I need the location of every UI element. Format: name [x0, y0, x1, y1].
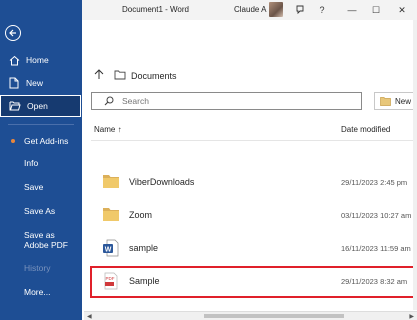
file-row[interactable]: W sample 16/11/2023 11:59 am: [90, 233, 417, 263]
new-doc-icon: [8, 77, 20, 89]
pdf-document-icon: PDF: [102, 272, 120, 290]
file-name: ViberDownloads: [129, 177, 195, 187]
home-icon: [8, 54, 20, 66]
sidebar-item-label: New: [26, 78, 44, 88]
vertical-scrollbar[interactable]: [413, 20, 417, 310]
file-row-selected[interactable]: PDF Sample 29/11/2023 8:32 am: [90, 266, 417, 298]
breadcrumb: Documents: [94, 69, 177, 82]
sidebar-item-info[interactable]: Info: [0, 152, 82, 174]
breadcrumb-documents[interactable]: Documents: [131, 71, 177, 81]
file-row[interactable]: Zoom 03/11/2023 10:27 am: [90, 200, 417, 230]
sidebar-item-get-add-ins[interactable]: Get Add-ins: [0, 130, 82, 152]
feedback-icon[interactable]: [293, 3, 307, 17]
file-name: sample: [129, 243, 159, 253]
sidebar-item-save[interactable]: Save: [0, 176, 82, 198]
file-date: 16/11/2023 11:59 am: [341, 244, 411, 253]
sidebar-item-history: History: [0, 257, 82, 279]
scrollbar-thumb[interactable]: [204, 314, 344, 318]
svg-text:W: W: [105, 246, 112, 253]
search-icon: [104, 96, 114, 106]
sidebar-item-save-as-adobe-pdf[interactable]: Save as Adobe PDF: [0, 226, 80, 254]
column-header-name[interactable]: Name ↑: [94, 125, 122, 134]
sidebar-item-label: Home: [26, 55, 49, 65]
file-row[interactable]: ViberDownloads 29/11/2023 2:45 pm: [90, 167, 417, 197]
document-title: Document1 - Word: [122, 5, 189, 14]
maximize-button[interactable]: ☐: [369, 3, 383, 17]
file-date: 29/11/2023 8:32 am: [341, 277, 408, 286]
sidebar-item-more[interactable]: More...: [0, 281, 82, 303]
header-divider: [91, 140, 417, 141]
sidebar-item-label: Open: [27, 101, 48, 111]
horizontal-scrollbar[interactable]: ◀ ▶: [84, 311, 417, 320]
folder-icon: [102, 173, 120, 191]
search-input[interactable]: [122, 96, 322, 106]
sidebar-item-open[interactable]: Open: [0, 95, 81, 117]
back-arrow-icon[interactable]: [5, 25, 21, 41]
sidebar-item-label: Save: [24, 182, 44, 192]
folder-open-icon: [9, 100, 21, 112]
file-name: Sample: [129, 276, 160, 286]
sidebar-item-save-as[interactable]: Save As: [0, 200, 82, 222]
file-date: 29/11/2023 2:45 pm: [341, 178, 408, 187]
help-button[interactable]: ?: [315, 3, 329, 17]
up-arrow-icon[interactable]: [94, 69, 106, 82]
new-folder-icon: [380, 96, 391, 106]
user-name[interactable]: Claude A: [234, 5, 266, 14]
file-date: 03/11/2023 10:27 am: [341, 211, 412, 220]
sidebar-item-new[interactable]: New: [0, 72, 82, 94]
svg-text:PDF: PDF: [106, 276, 115, 281]
title-bar: Document1 - Word Claude A ? — ☐ ✕: [82, 0, 417, 20]
minimize-button[interactable]: —: [345, 3, 359, 17]
sidebar-item-home[interactable]: Home: [0, 49, 82, 71]
folder-icon: [102, 206, 120, 224]
sidebar-item-label: Save As: [24, 206, 56, 216]
backstage-sidebar: Home New Open Get Add-ins Info Save Save…: [0, 0, 82, 320]
scroll-right-icon[interactable]: ▶: [409, 313, 414, 320]
sidebar-divider: [8, 124, 74, 125]
word-document-icon: W: [102, 239, 120, 257]
sidebar-item-label: Info: [24, 158, 39, 168]
folder-icon: [114, 70, 126, 82]
new-folder-button[interactable]: New Fol: [374, 92, 417, 110]
sidebar-item-label: Save as Adobe PDF: [24, 230, 68, 250]
column-header-date-modified[interactable]: Date modified: [341, 125, 390, 134]
search-box[interactable]: [91, 92, 362, 110]
sidebar-item-label: More...: [24, 287, 51, 297]
open-pane: Documents New Fol Name ↑ Date modified V…: [82, 20, 417, 320]
file-name: Zoom: [129, 210, 153, 220]
sidebar-item-label: Get Add-ins: [24, 136, 69, 146]
avatar[interactable]: [269, 2, 283, 17]
scroll-left-icon[interactable]: ◀: [87, 313, 92, 320]
close-button[interactable]: ✕: [395, 3, 409, 17]
sidebar-item-label: History: [24, 263, 51, 273]
